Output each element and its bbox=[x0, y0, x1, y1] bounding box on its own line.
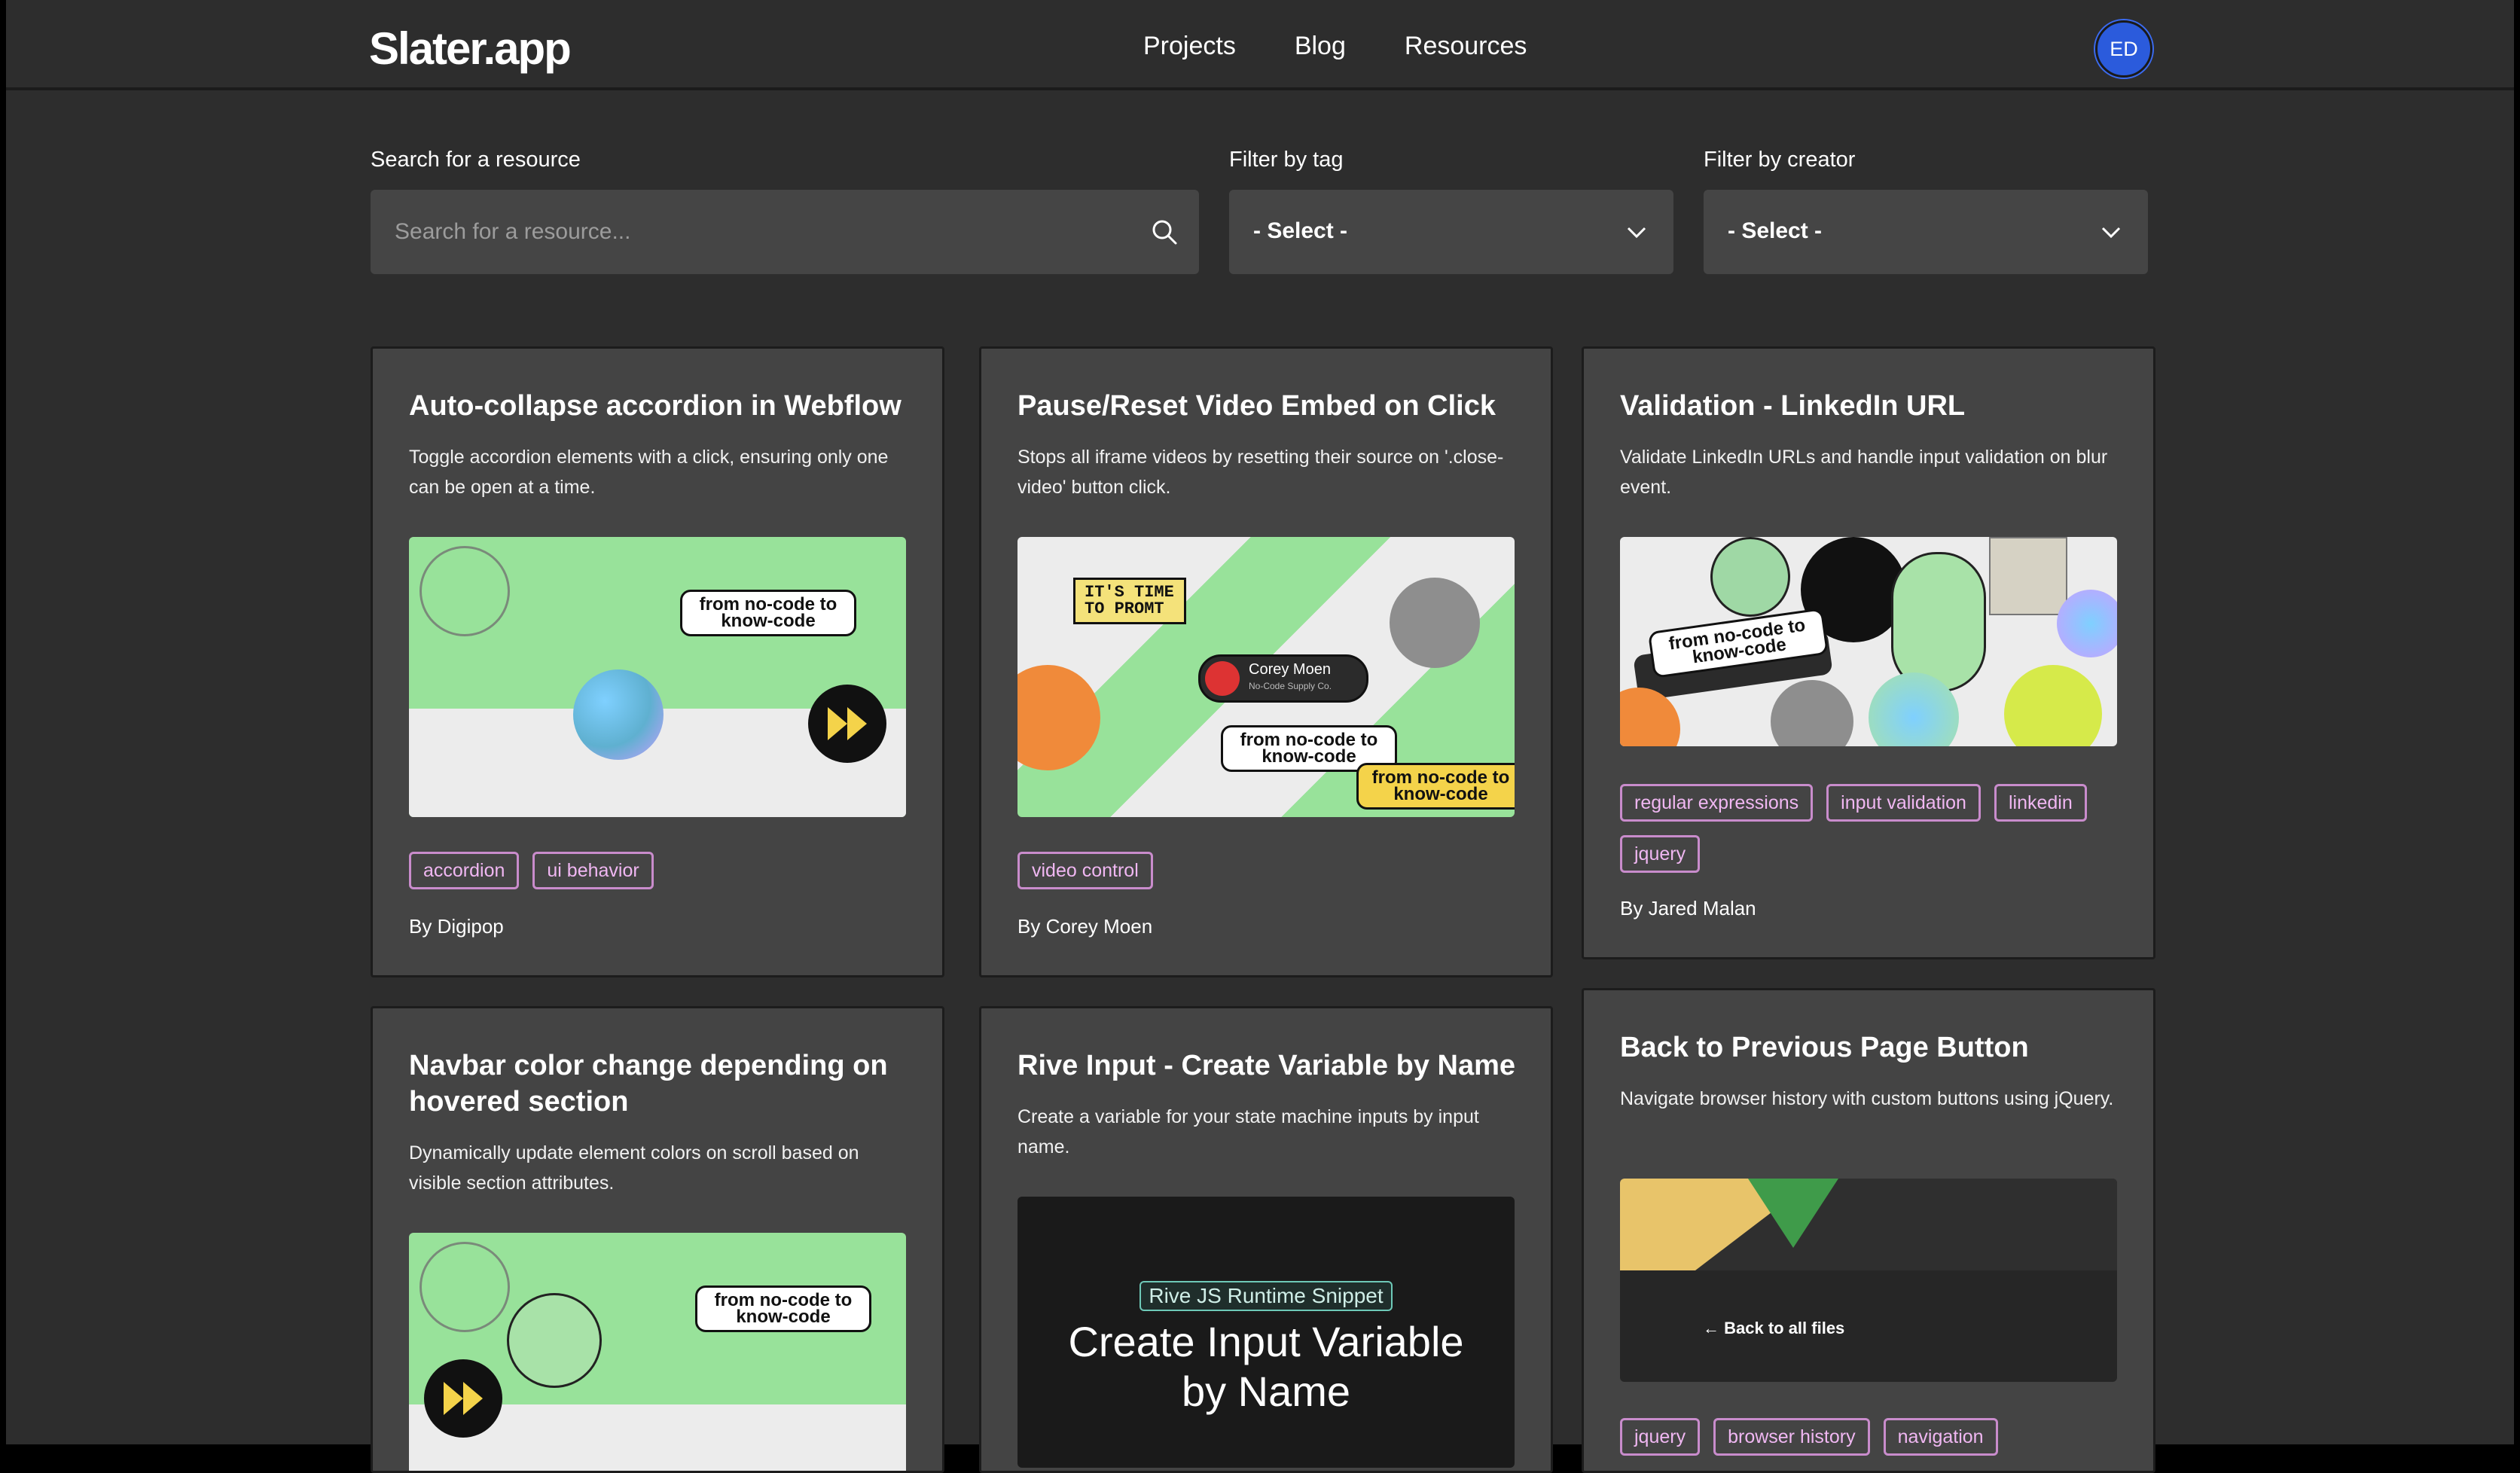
resource-card[interactable]: Navbar color change depending on hovered… bbox=[371, 1006, 944, 1473]
logo[interactable]: Slater.app bbox=[369, 23, 572, 75]
card-author: By Digipop bbox=[409, 915, 504, 938]
card-description: Toggle accordion elements with a click, … bbox=[409, 447, 889, 498]
rive-snippet-badge: Rive JS Runtime Snippet bbox=[1139, 1281, 1393, 1311]
card-tags: accordion ui behavior bbox=[409, 852, 914, 889]
creator-filter-select[interactable]: - Select - bbox=[1704, 190, 2148, 274]
slater-seal-icon bbox=[419, 1242, 510, 1332]
chevron-down-icon bbox=[1627, 227, 1646, 239]
card-title[interactable]: Rive Input - Create Variable by Name bbox=[1017, 1048, 1522, 1084]
card-author: By Corey Moen bbox=[1017, 915, 1153, 938]
tag[interactable]: input validation bbox=[1826, 784, 1981, 822]
tag-filter-label: Filter by tag bbox=[1229, 148, 1344, 172]
card-description: Validate LinkedIn URLs and handle input … bbox=[1620, 447, 2108, 498]
navbar: Slater.app Projects Blog Resources ED bbox=[6, 5, 2514, 90]
tag-filter-value: - Select - bbox=[1253, 218, 1348, 243]
creator-filter-value: - Select - bbox=[1728, 218, 1823, 243]
card-tags: regular expressions input validation lin… bbox=[1620, 784, 2125, 873]
orange-badge-icon bbox=[1017, 665, 1100, 770]
card-thumbnail: Rive JS Runtime Snippet Create Input Var… bbox=[1017, 1197, 1515, 1468]
avatar[interactable]: ED bbox=[2095, 20, 2152, 78]
card-thumbnail: from no-code to know-code bbox=[409, 1233, 906, 1471]
thumbnail-heading: Create Input Variable by Name bbox=[1068, 1318, 1464, 1415]
nav-menu: Projects Blog Resources bbox=[1143, 32, 1527, 61]
card-thumbnail: ← Back to all files bbox=[1620, 1179, 2117, 1382]
sticker-text: from no-code to know-code bbox=[1356, 763, 1515, 810]
corey-moen-badge: Corey Moen No-Code Supply Co. bbox=[1198, 654, 1368, 703]
card-description: Create a variable for your state machine… bbox=[1017, 1106, 1479, 1157]
nav-link-projects[interactable]: Projects bbox=[1143, 32, 1236, 61]
card-description: Stops all iframe videos by resetting the… bbox=[1017, 447, 1504, 498]
back-to-all-files-link: ← Back to all files bbox=[1703, 1319, 1845, 1337]
tag[interactable]: ui behavior bbox=[532, 852, 654, 889]
slater-seal-icon bbox=[419, 546, 510, 636]
card-tags: jquery browser history navigation bbox=[1620, 1418, 2125, 1456]
search-label: Search for a resource bbox=[371, 148, 581, 172]
tag[interactable]: video control bbox=[1017, 852, 1153, 889]
creator-filter-label: Filter by creator bbox=[1704, 148, 1856, 172]
chevron-down-icon bbox=[2101, 227, 2121, 239]
search-field bbox=[371, 190, 1199, 274]
nav-link-blog[interactable]: Blog bbox=[1295, 32, 1346, 61]
card-title[interactable]: Navbar color change depending on hovered… bbox=[409, 1048, 914, 1120]
card-thumbnail: IT'S TIME TO PROMT Corey Moen No-Code Su… bbox=[1017, 537, 1515, 817]
resource-card[interactable]: Pause/Reset Video Embed on Click Stops a… bbox=[979, 346, 1553, 977]
nav-link-resources[interactable]: Resources bbox=[1405, 32, 1527, 61]
tag[interactable]: linkedin bbox=[1994, 784, 2087, 822]
search-icon[interactable] bbox=[1149, 217, 1179, 247]
card-title[interactable]: Pause/Reset Video Embed on Click bbox=[1017, 388, 1522, 424]
fast-forward-icon bbox=[424, 1359, 502, 1438]
fast-forward-icon bbox=[808, 685, 886, 763]
card-title[interactable]: Back to Previous Page Button bbox=[1620, 1029, 2125, 1066]
page: Slater.app Projects Blog Resources ED Se… bbox=[6, 0, 2514, 1473]
resource-card[interactable]: Auto-collapse accordion in Webflow Toggl… bbox=[371, 346, 944, 977]
card-description: Navigate browser history with custom but… bbox=[1620, 1088, 2114, 1109]
card-description: Dynamically update element colors on scr… bbox=[409, 1142, 859, 1194]
tag[interactable]: jquery bbox=[1620, 1418, 1701, 1456]
sticker-text: from no-code to know-code bbox=[695, 1285, 871, 1332]
resource-card[interactable]: Back to Previous Page Button Navigate br… bbox=[1582, 988, 2155, 1473]
computer-icon bbox=[1989, 537, 2067, 615]
card-author: By Jared Malan bbox=[1620, 897, 1756, 919]
sticker-text: from no-code to know-code bbox=[680, 590, 856, 636]
resource-card[interactable]: Rive Input - Create Variable by Name Cre… bbox=[979, 1006, 1553, 1473]
prompt-sticker: IT'S TIME TO PROMT bbox=[1073, 578, 1186, 624]
tag[interactable]: navigation bbox=[1883, 1418, 1998, 1456]
card-tags: video control bbox=[1017, 852, 1522, 889]
tag[interactable]: jquery bbox=[1620, 835, 1701, 873]
card-title[interactable]: Validation - LinkedIn URL bbox=[1620, 388, 2125, 424]
tag-filter-select[interactable]: - Select - bbox=[1229, 190, 1673, 274]
card-thumbnail: from no-code to know-code bbox=[409, 537, 906, 817]
search-input[interactable] bbox=[371, 190, 1199, 274]
slater-seal-icon bbox=[1390, 578, 1480, 668]
tag[interactable]: regular expressions bbox=[1620, 784, 1814, 822]
tag[interactable]: accordion bbox=[409, 852, 520, 889]
tag[interactable]: browser history bbox=[1713, 1418, 1870, 1456]
card-thumbnail: from no-code to know-code bbox=[1620, 537, 2117, 746]
card-title[interactable]: Auto-collapse accordion in Webflow bbox=[409, 388, 914, 424]
orb-icon bbox=[573, 669, 664, 760]
resource-card[interactable]: Validation - LinkedIn URL Validate Linke… bbox=[1582, 346, 2155, 959]
